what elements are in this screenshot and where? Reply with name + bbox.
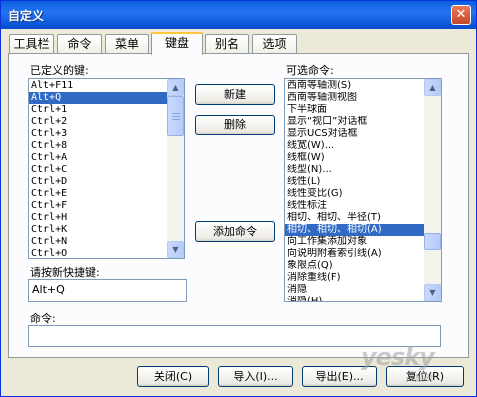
import-button[interactable]: 导入(I)... bbox=[218, 366, 293, 387]
list-item[interactable]: 显示UCS对话框 bbox=[285, 128, 441, 140]
tab-options[interactable]: 选项 bbox=[252, 34, 297, 53]
list-item[interactable]: 相切、相切、相切(A) bbox=[285, 224, 441, 236]
list-item[interactable]: Ctrl+O bbox=[29, 248, 184, 258]
new-shortcut-input[interactable]: Alt+Q bbox=[28, 279, 187, 302]
defined-keys-scrollbar[interactable]: ▲ ▼ bbox=[167, 79, 184, 258]
list-item[interactable]: 线型(N)... bbox=[285, 164, 441, 176]
scroll-up-arrow-icon[interactable]: ▲ bbox=[424, 79, 441, 96]
list-item[interactable]: Ctrl+2 bbox=[29, 116, 184, 128]
keyboard-panel: 已定义的键: Alt+F11 Alt+Q Ctrl+1 Ctrl+2 Ctrl+3 Ctr… bbox=[8, 53, 469, 358]
defined-keys-list[interactable]: Alt+F11 Alt+Q Ctrl+1 Ctrl+2 Ctrl+3 Ctrl+8 Ctrl… bbox=[28, 78, 185, 259]
scroll-thumb[interactable] bbox=[424, 233, 441, 250]
available-commands-scrollbar[interactable]: ▲ ▼ bbox=[424, 79, 441, 301]
list-item[interactable]: 消隐 bbox=[285, 284, 441, 296]
tab-aliases[interactable]: 别名 bbox=[205, 34, 249, 53]
tab-menus[interactable]: 菜单 bbox=[105, 34, 149, 53]
customize-dialog: 自定义 ✕ 工具栏 命令 菜单 键盘 别名 选项 已定义的键: Alt+F11 A… bbox=[0, 0, 477, 397]
list-item[interactable]: 线框(W) bbox=[285, 152, 441, 164]
window-title: 自定义 bbox=[8, 9, 45, 23]
list-item[interactable]: Ctrl+F bbox=[29, 200, 184, 212]
list-item[interactable]: 西南等轴测(S) bbox=[285, 80, 441, 92]
list-item[interactable]: 线性标注 bbox=[285, 200, 441, 212]
available-commands-list[interactable]: 西南等轴测(S) 西南等轴测视图 下半球面 显示“视口”对话框 显示UCS对话框 线宽(W… bbox=[284, 78, 442, 302]
add-command-button[interactable]: 添加命令 bbox=[195, 221, 275, 242]
list-item[interactable]: Ctrl+C bbox=[29, 164, 184, 176]
list-item[interactable]: 象限点(Q) bbox=[285, 260, 441, 272]
scroll-down-arrow-icon[interactable]: ▼ bbox=[167, 241, 184, 258]
close-button[interactable]: 关闭(C) bbox=[137, 366, 209, 387]
list-item[interactable]: 西南等轴测视图 bbox=[285, 92, 441, 104]
close-window-button[interactable]: ✕ bbox=[451, 5, 471, 25]
scroll-thumb[interactable] bbox=[167, 96, 184, 136]
list-item[interactable]: Ctrl+1 bbox=[29, 104, 184, 116]
list-item[interactable]: Ctrl+D bbox=[29, 176, 184, 188]
new-button[interactable]: 新建 bbox=[195, 84, 275, 105]
available-commands-label: 可选命令: bbox=[286, 64, 334, 77]
delete-button[interactable]: 删除 bbox=[195, 115, 275, 135]
list-item[interactable]: 向工作集添加对象 bbox=[285, 236, 441, 248]
watermark-sub: 天极网 bbox=[406, 374, 434, 384]
list-item[interactable]: 向说明附着索引线(A) bbox=[285, 248, 441, 260]
tab-keyboard[interactable]: 键盘 bbox=[151, 32, 203, 55]
list-item[interactable]: Ctrl+K bbox=[29, 224, 184, 236]
list-item[interactable]: Ctrl+3 bbox=[29, 128, 184, 140]
list-item[interactable]: 消隐(H) bbox=[285, 296, 441, 301]
new-shortcut-label: 请按新快捷键: bbox=[30, 266, 100, 279]
list-item[interactable]: Ctrl+E bbox=[29, 188, 184, 200]
list-item[interactable]: 线宽(W)... bbox=[285, 140, 441, 152]
list-item[interactable]: Alt+Q bbox=[29, 92, 184, 104]
list-item[interactable]: 下半球面 bbox=[285, 104, 441, 116]
scroll-up-arrow-icon[interactable]: ▲ bbox=[167, 79, 184, 96]
tab-toolbars[interactable]: 工具栏 bbox=[9, 34, 54, 53]
list-item[interactable]: Ctrl+H bbox=[29, 212, 184, 224]
list-item[interactable]: 线性变比(G) bbox=[285, 188, 441, 200]
watermark-logo: yesky bbox=[361, 343, 435, 371]
list-item[interactable]: 线性(L) bbox=[285, 176, 441, 188]
list-item[interactable]: Ctrl+A bbox=[29, 152, 184, 164]
list-item[interactable]: Ctrl+8 bbox=[29, 140, 184, 152]
scroll-down-arrow-icon[interactable]: ▼ bbox=[424, 284, 441, 301]
defined-keys-label: 已定义的键: bbox=[30, 64, 89, 77]
list-item[interactable]: 显示“视口”对话框 bbox=[285, 116, 441, 128]
list-item[interactable]: 消除重线(F) bbox=[285, 272, 441, 284]
command-label: 命令: bbox=[30, 312, 56, 325]
list-item[interactable]: Alt+F11 bbox=[29, 80, 184, 92]
list-item[interactable]: Ctrl+N bbox=[29, 236, 184, 248]
tab-commands[interactable]: 命令 bbox=[57, 34, 102, 53]
list-item[interactable]: 相切、相切、半径(T) bbox=[285, 212, 441, 224]
title-bar[interactable]: 自定义 ✕ bbox=[1, 1, 476, 29]
